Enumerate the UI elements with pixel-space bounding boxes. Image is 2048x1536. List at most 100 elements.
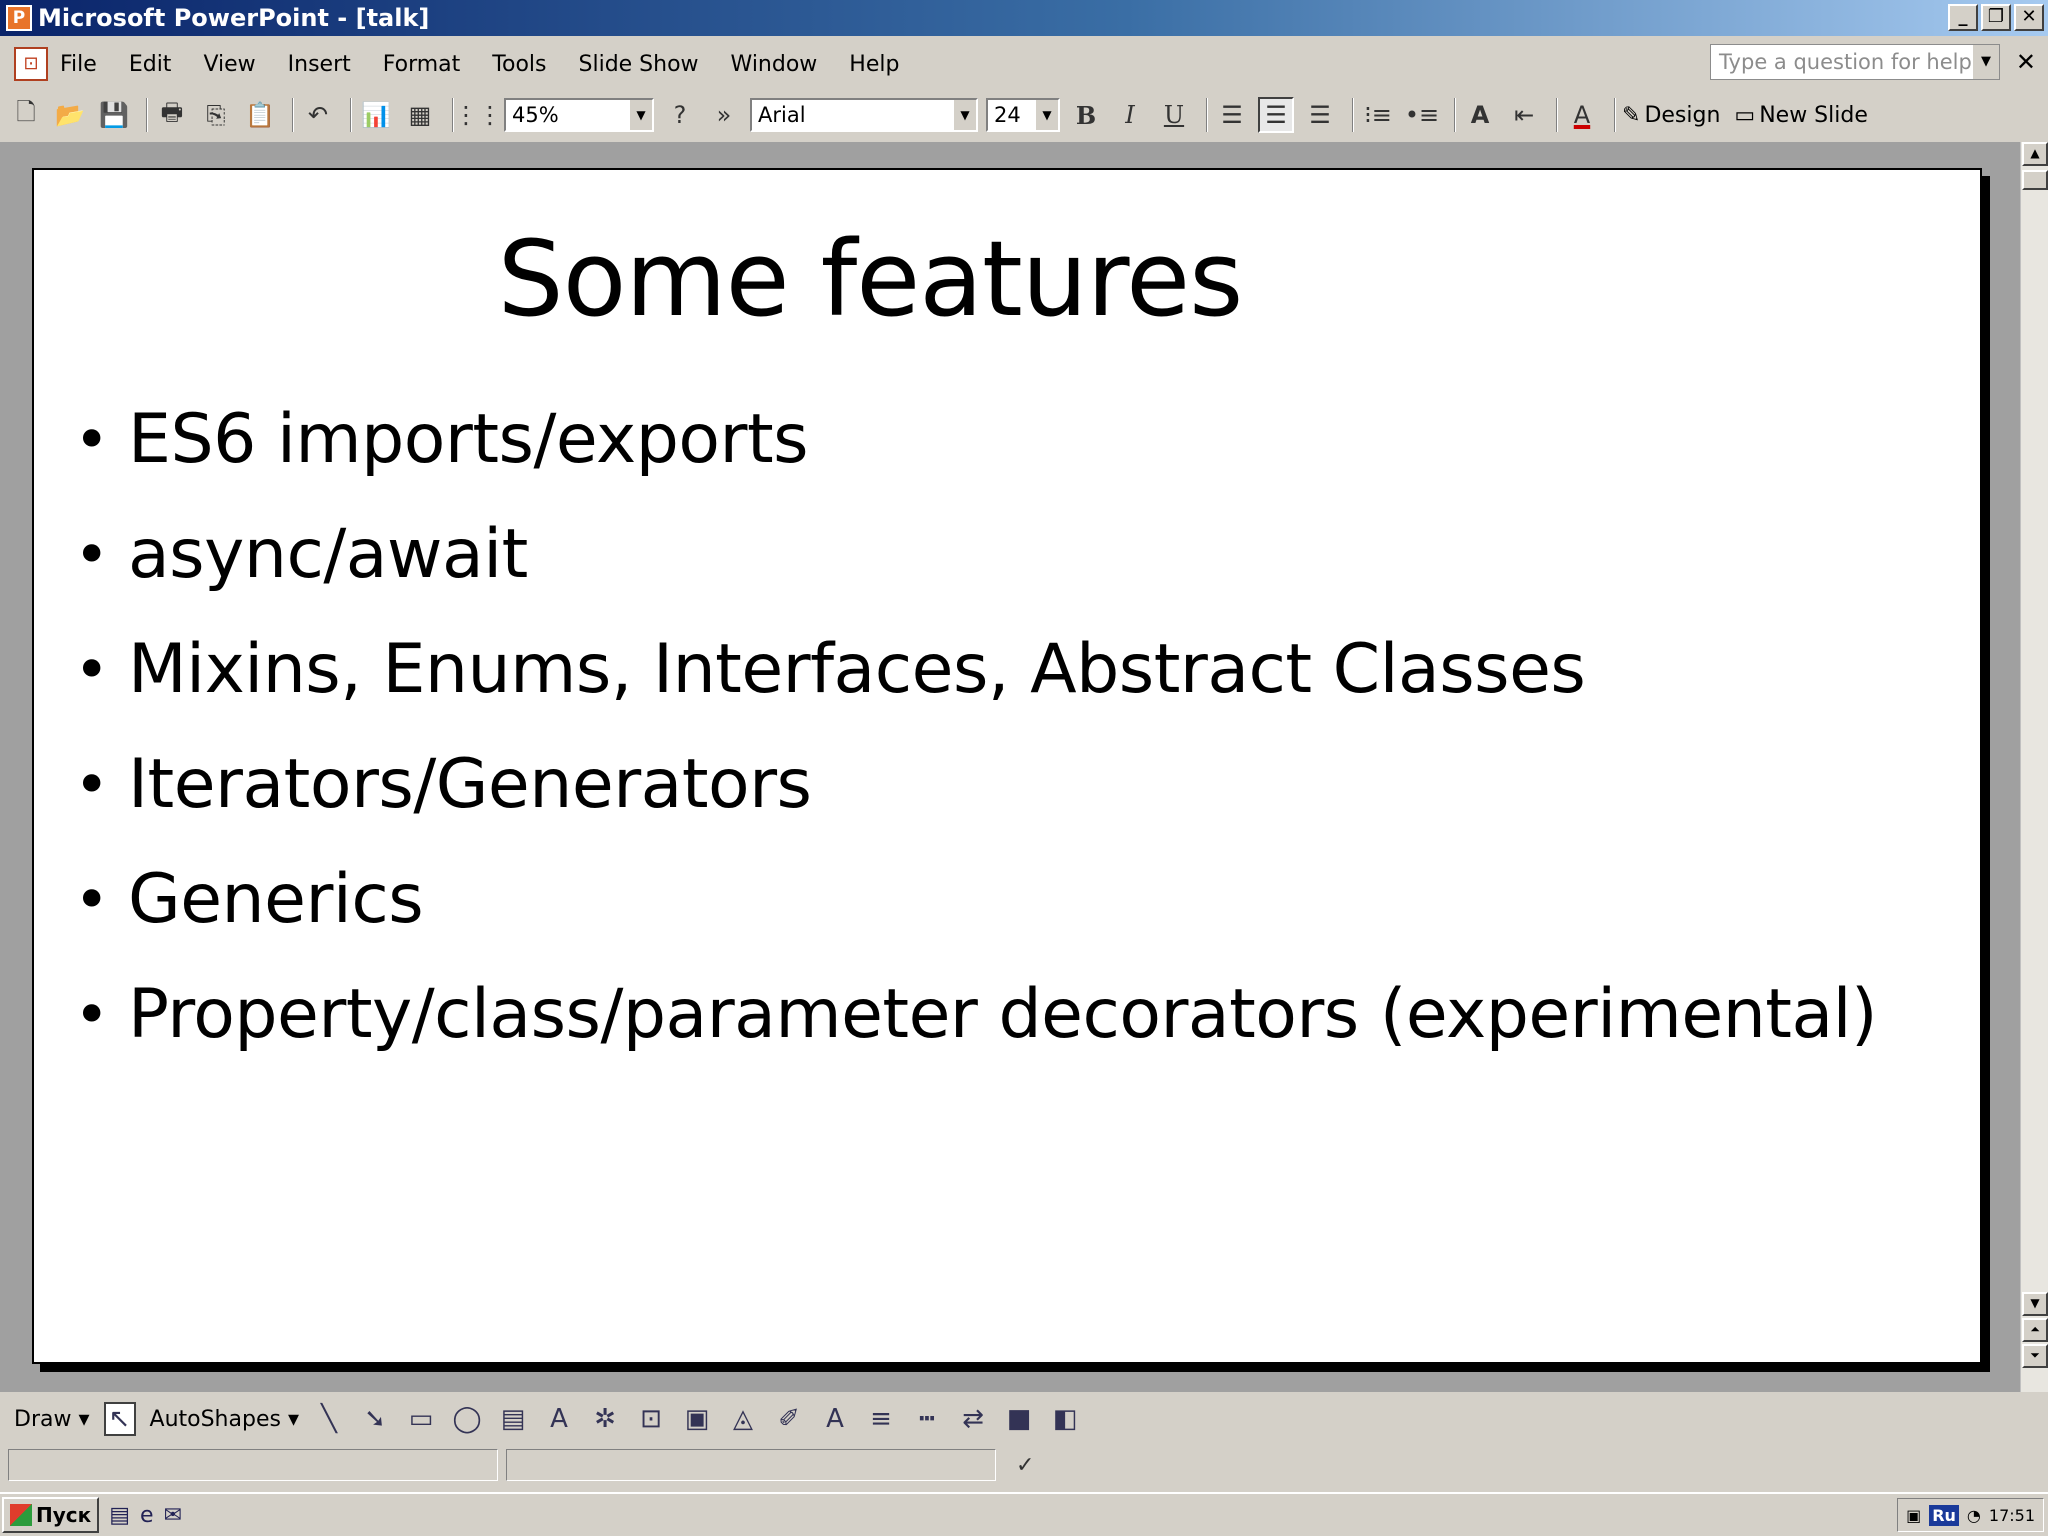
- autoshapes-menu-button[interactable]: AutoShapes ▾: [150, 1407, 299, 1432]
- font-size-select[interactable]: 24 ▼: [986, 98, 1060, 132]
- increase-font-icon[interactable]: A: [1462, 97, 1498, 133]
- powerpoint-icon[interactable]: P: [6, 5, 32, 31]
- numbering-icon[interactable]: ⁝≡: [1360, 97, 1396, 133]
- undo-icon[interactable]: ↶: [300, 97, 336, 133]
- new-document-icon[interactable]: 🗋: [8, 97, 44, 133]
- menu-insert[interactable]: Insert: [286, 48, 353, 81]
- rectangle-icon[interactable]: ▭: [405, 1404, 437, 1434]
- line-color-icon[interactable]: ✐: [773, 1404, 805, 1434]
- new-slide-button[interactable]: ▭ New Slide: [1734, 103, 1867, 128]
- oval-icon[interactable]: ◯: [451, 1404, 483, 1434]
- font-name-select[interactable]: Arial ▼: [750, 98, 978, 132]
- status-panel-design: [506, 1449, 996, 1481]
- drawing-toolbar: Draw ▾ ↖ AutoShapes ▾ ╲ ➘ ▭ ◯ ▤ A ✲ ⊡ ▣ …: [0, 1396, 2048, 1442]
- clip-art-icon[interactable]: ⊡: [635, 1404, 667, 1434]
- minimize-icon[interactable]: _: [1948, 4, 1978, 31]
- language-indicator[interactable]: Ru: [1929, 1504, 1959, 1526]
- font-color-icon[interactable]: A: [1564, 97, 1600, 133]
- scroll-up-icon[interactable]: ▲: [2022, 142, 2048, 166]
- insert-chart-icon[interactable]: 📊: [358, 97, 394, 133]
- bullet-text: Generics: [128, 859, 424, 939]
- help-placeholder: Type a question for help: [1719, 50, 1972, 74]
- copy-icon[interactable]: ⎘: [198, 97, 234, 133]
- draw-font-color-icon[interactable]: A: [819, 1404, 851, 1434]
- menu-view[interactable]: View: [201, 48, 257, 81]
- bold-icon[interactable]: B: [1068, 97, 1104, 133]
- previous-slide-icon[interactable]: ⏶: [2022, 1318, 2048, 1342]
- decrease-indent-icon[interactable]: ⇤: [1506, 97, 1542, 133]
- restore-icon[interactable]: ❐: [1981, 4, 2011, 31]
- design-label: Design: [1644, 102, 1721, 128]
- diagram-icon[interactable]: ✲: [589, 1404, 621, 1434]
- shadow-style-icon[interactable]: ■: [1003, 1404, 1035, 1434]
- arrow-style-icon[interactable]: ⇄: [957, 1404, 989, 1434]
- tray-app-icon[interactable]: ▣: [1906, 1506, 1921, 1525]
- outlook-express-icon[interactable]: ✉: [164, 1503, 182, 1528]
- status-bar: ✓: [0, 1444, 2048, 1486]
- menu-help[interactable]: Help: [847, 48, 901, 81]
- paste-icon[interactable]: 📋: [242, 97, 278, 133]
- italic-icon[interactable]: I: [1112, 97, 1148, 133]
- draw-menu-button[interactable]: Draw ▾: [14, 1407, 90, 1432]
- menu-tools[interactable]: Tools: [490, 48, 548, 81]
- scroll-down-icon[interactable]: ▼: [2022, 1292, 2048, 1316]
- new-slide-label: New Slide: [1759, 102, 1868, 128]
- arrow-icon[interactable]: ➘: [359, 1404, 391, 1434]
- slide-canvas[interactable]: Some features • ES6 imports/exports • asyn…: [32, 168, 1982, 1364]
- print-icon[interactable]: 🖶: [154, 97, 190, 133]
- fill-color-icon[interactable]: ◬: [727, 1404, 759, 1434]
- vertical-scrollbar[interactable]: ▲ ▼ ⏶ ⏷: [2020, 142, 2048, 1392]
- document-icon[interactable]: ⊡: [14, 47, 48, 81]
- chevron-down-icon[interactable]: ▼: [1036, 100, 1058, 130]
- menu-window[interactable]: Window: [729, 48, 820, 81]
- 3d-style-icon[interactable]: ◧: [1049, 1404, 1081, 1434]
- chevron-down-icon[interactable]: ▼: [1973, 45, 1999, 79]
- start-button[interactable]: Пуск: [2, 1497, 100, 1533]
- align-left-icon[interactable]: ☰: [1214, 97, 1250, 133]
- insert-table-icon[interactable]: ▦: [402, 97, 438, 133]
- line-style-icon[interactable]: ≡: [865, 1404, 897, 1434]
- help-icon[interactable]: ?: [662, 97, 698, 133]
- close-icon[interactable]: ✕: [2014, 4, 2044, 31]
- select-pointer-icon[interactable]: ↖: [103, 1402, 136, 1436]
- window-title: Microsoft PowerPoint - [talk]: [38, 4, 430, 32]
- volume-icon[interactable]: ◔: [1967, 1506, 1981, 1525]
- toolbar-separator: [292, 98, 294, 132]
- save-icon[interactable]: 💾: [96, 97, 132, 133]
- bullet-text: Property/class/parameter decorators (exp…: [128, 974, 1878, 1054]
- insert-picture-icon[interactable]: ▣: [681, 1404, 713, 1434]
- wordart-icon[interactable]: A: [543, 1404, 575, 1434]
- scroll-thumb[interactable]: [2022, 170, 2048, 190]
- help-search-input[interactable]: Type a question for help ▼: [1710, 44, 2000, 80]
- slide-title[interactable]: Some features: [34, 218, 1706, 340]
- menu-file[interactable]: File: [58, 48, 99, 81]
- menu-edit[interactable]: Edit: [127, 48, 174, 81]
- menu-bar: ⊡ File Edit View Insert Format Tools Sli…: [0, 40, 2048, 88]
- menu-slide-show[interactable]: Slide Show: [577, 48, 701, 81]
- grid-icon[interactable]: ⋮⋮: [454, 97, 502, 133]
- bullet-item: • Mixins, Enums, Interfaces, Abstract Cla…: [74, 612, 1877, 727]
- internet-explorer-icon[interactable]: e: [140, 1503, 154, 1528]
- toolbar-separator: [1614, 98, 1616, 132]
- design-button[interactable]: ✎ Design: [1622, 103, 1720, 128]
- underline-icon[interactable]: U: [1156, 97, 1192, 133]
- zoom-select[interactable]: 45% ▼: [504, 98, 654, 132]
- bullets-icon[interactable]: •≡: [1404, 97, 1440, 133]
- chevron-down-icon[interactable]: ▼: [954, 100, 976, 130]
- autoshapes-label: AutoShapes: [149, 1406, 281, 1432]
- spelling-check-icon[interactable]: ✓: [1016, 1453, 1034, 1478]
- align-center-icon[interactable]: ☰: [1258, 97, 1294, 133]
- open-folder-icon[interactable]: 📂: [52, 97, 88, 133]
- next-slide-icon[interactable]: ⏷: [2022, 1344, 2048, 1368]
- status-panel-slide: [8, 1449, 498, 1481]
- line-icon[interactable]: ╲: [313, 1404, 345, 1434]
- menu-format[interactable]: Format: [381, 48, 463, 81]
- toolbar-overflow-icon[interactable]: »: [706, 97, 742, 133]
- text-box-icon[interactable]: ▤: [497, 1404, 529, 1434]
- document-close-icon[interactable]: ✕: [2016, 48, 2036, 76]
- chevron-down-icon[interactable]: ▼: [630, 100, 652, 130]
- align-right-icon[interactable]: ☰: [1302, 97, 1338, 133]
- show-desktop-icon[interactable]: ▤: [109, 1503, 130, 1528]
- dash-style-icon[interactable]: ┅: [911, 1404, 943, 1434]
- slide-bullet-list[interactable]: • ES6 imports/exports • async/await • Mixin…: [74, 382, 1878, 1072]
